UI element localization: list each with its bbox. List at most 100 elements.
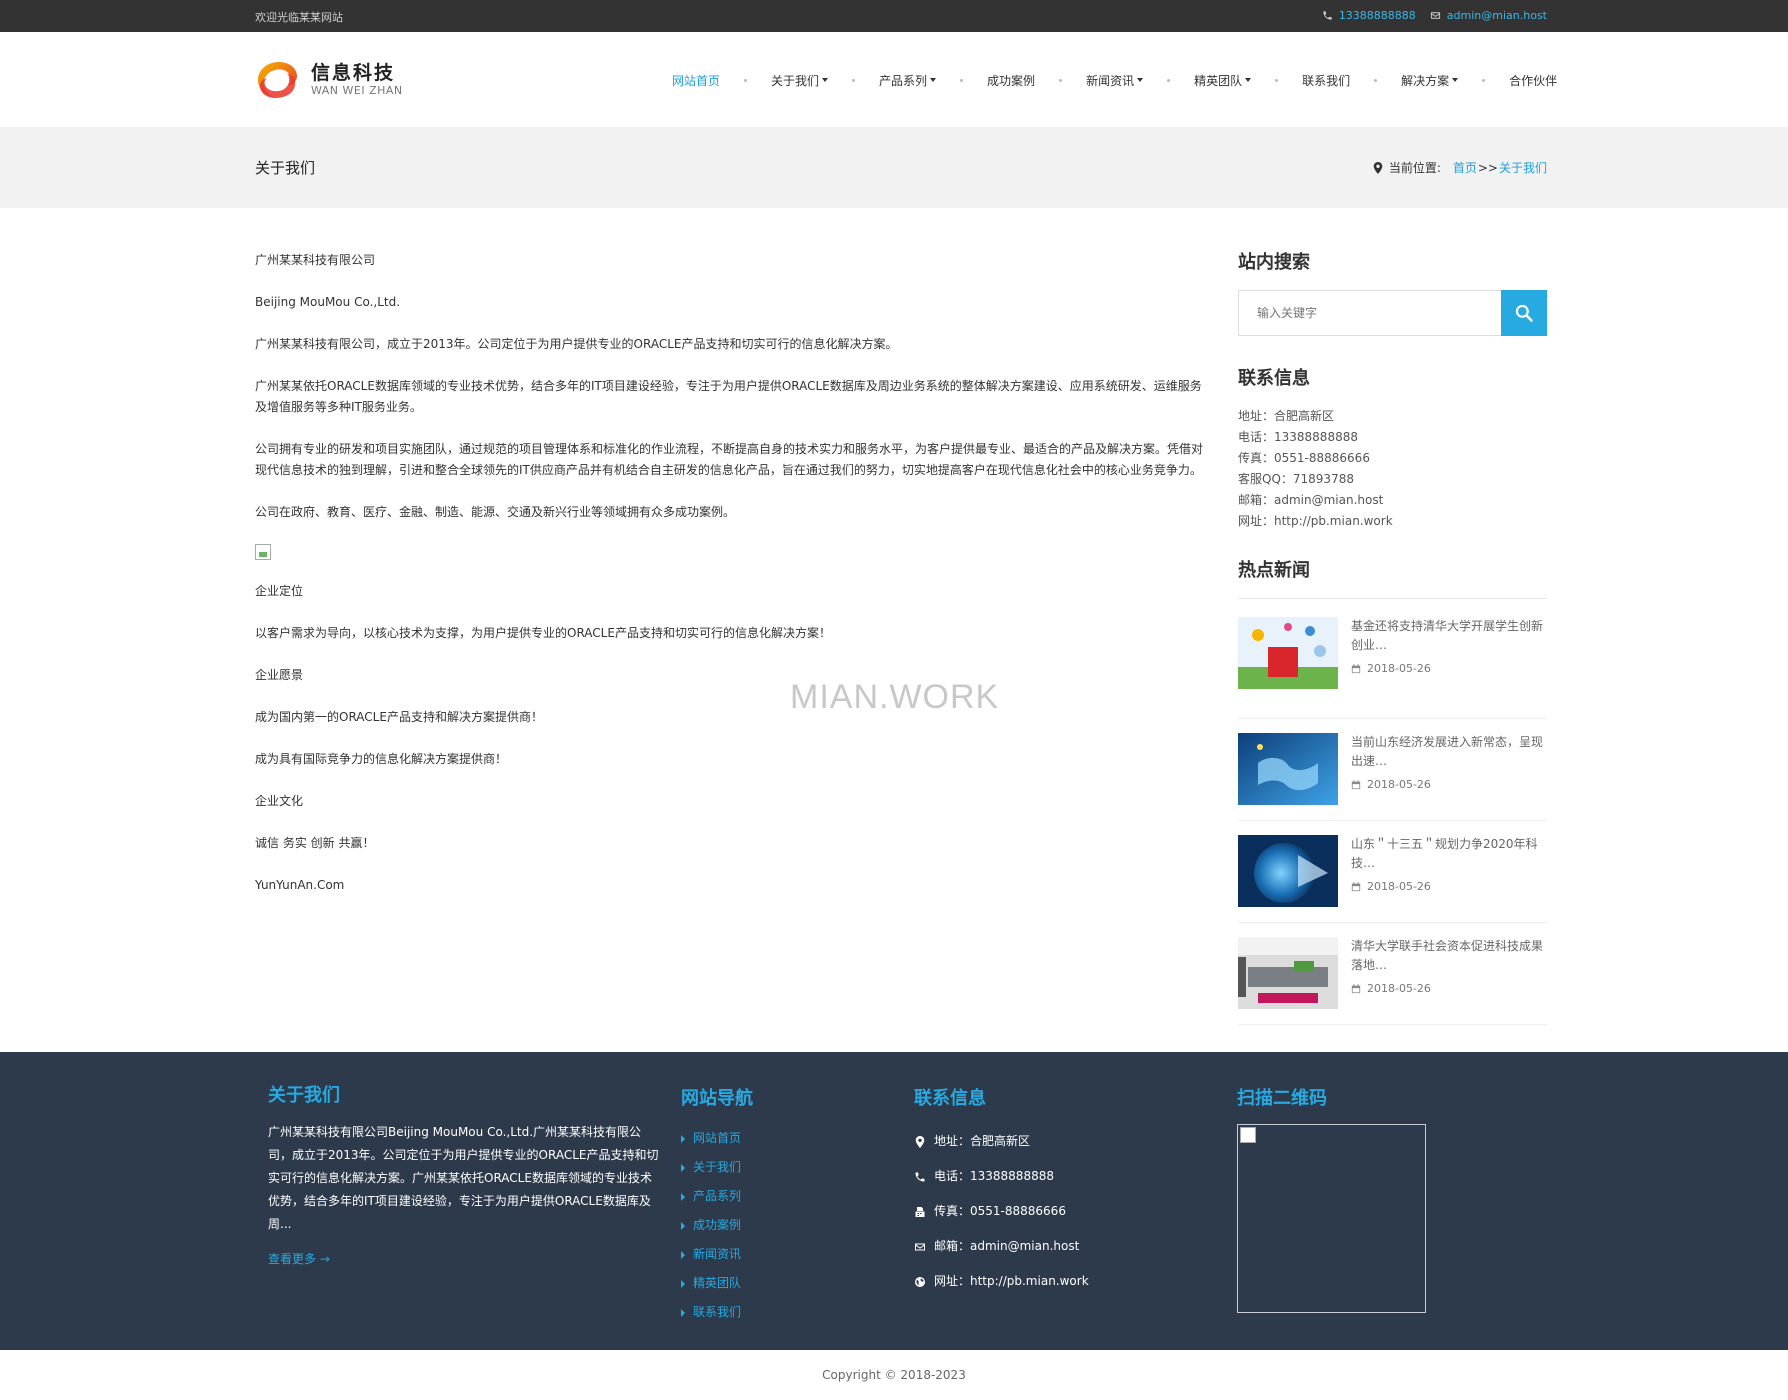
contact-fax: 传真：0551-88886666 — [1238, 451, 1370, 465]
nav-item-label: 网站首页 — [672, 73, 721, 88]
nav-separator — [744, 78, 748, 82]
company-name-en: Beijing MouMou Co.,Ltd. — [255, 295, 401, 309]
footer-address-text: 地址：合肥高新区 — [934, 1134, 1031, 1148]
nav-item-3[interactable]: 成功案例 — [975, 72, 1047, 88]
news-thumbnail[interactable] — [1238, 835, 1338, 907]
nav-separator — [1059, 78, 1063, 82]
contact-info: 地址：合肥高新区 电话：13388888888 传真：0551-88886666… — [1238, 406, 1547, 532]
footer-nav-link[interactable]: 新闻资讯 — [681, 1240, 753, 1269]
footer-contact: 联系信息 地址：合肥高新区 电话：13388888888 传真：0551-888… — [914, 1084, 1089, 1299]
top-phone-text: 13388888888 — [1338, 9, 1416, 22]
breadcrumb-separator: >> — [1477, 160, 1498, 175]
welcome-text: 欢迎光临某某网站 — [255, 11, 343, 24]
nav-item-0[interactable]: 网站首页 — [660, 72, 732, 88]
nav-item-2[interactable]: 产品系列 — [867, 72, 948, 88]
article-paragraph: 广州某某依托ORACLE数据库领域的专业技术优势，结合多年的IT项目建设经验，专… — [255, 379, 1202, 414]
contact-email: 邮箱：admin@mian.host — [1238, 493, 1384, 507]
footer-about-heading: 关于我们 — [268, 1085, 340, 1106]
news-thumbnail-image — [1238, 733, 1338, 805]
article-paragraph: 成为具有国际竞争力的信息化解决方案提供商！ — [255, 752, 508, 766]
hot-news-heading: 热点新闻 — [1238, 556, 1547, 599]
news-item[interactable]: 当前山东经济发展进入新常态，呈现出速… 2018-05-26 — [1238, 719, 1547, 821]
search-form — [1238, 290, 1547, 336]
news-date-text: 2018-05-26 — [1367, 982, 1431, 995]
footer-nav-heading: 网站导航 — [681, 1088, 753, 1109]
breadcrumb: 当前位置: 首页 >> 关于我们 — [1373, 159, 1547, 176]
top-bar: 欢迎光临某某网站 13388888888 admin@mian.host — [0, 0, 1788, 32]
nav-item-1[interactable]: 关于我们 — [759, 72, 840, 88]
contact-phone: 电话：13388888888 — [1238, 430, 1358, 444]
news-title[interactable]: 基金还将支持清华大学开展学生创新创业… — [1351, 617, 1547, 655]
section-heading: 企业文化 — [255, 794, 304, 808]
calendar-icon — [1351, 881, 1361, 891]
caret-down-icon — [1245, 78, 1252, 82]
contact-website: 网址：http://pb.mian.work — [1238, 514, 1393, 528]
news-item[interactable]: 基金还将支持清华大学开展学生创新创业… 2018-05-26 — [1238, 617, 1547, 719]
article-paragraph: 成为国内第一的ORACLE产品支持和解决方案提供商！ — [255, 710, 543, 724]
calendar-icon — [1351, 663, 1361, 673]
map-pin-icon — [1373, 161, 1383, 174]
company-name: 广州某某科技有限公司 — [255, 253, 376, 267]
map-pin-icon — [915, 1135, 925, 1148]
sidebar: 站内搜索 联系信息 地址：合肥高新区 电话：13388888888 传真：055… — [1238, 248, 1547, 1025]
nav-separator — [1167, 78, 1171, 82]
article-paragraph: 公司拥有专业的研发和项目实施团队，通过规范的项目管理体系和标准化的作业流程，不断… — [255, 442, 1204, 477]
footer-qr-heading: 扫描二维码 — [1237, 1088, 1327, 1109]
news-item[interactable]: 山东＂十三五＂规划力争2020年科技… 2018-05-26 — [1238, 821, 1547, 923]
search-heading: 站内搜索 — [1238, 252, 1310, 273]
header: 信息科技 WAN WEI ZHAN 网站首页 关于我们 产品系列 成功案例 新闻资讯 精英… — [0, 32, 1788, 127]
news-title[interactable]: 当前山东经济发展进入新常态，呈现出速… — [1351, 733, 1547, 771]
news-item[interactable]: 清华大学联手社会资本促进科技成果落地… 2018-05-26 — [1238, 923, 1547, 1025]
top-phone[interactable]: 13388888888 — [1322, 9, 1416, 22]
news-thumbnail[interactable] — [1238, 937, 1338, 1009]
page-title: 关于我们 — [255, 159, 316, 177]
logo-title: 信息科技 — [311, 62, 396, 84]
read-more-link[interactable]: 查看更多 → — [268, 1248, 660, 1271]
nav-item-4[interactable]: 新闻资讯 — [1074, 72, 1155, 88]
article-paragraph: 公司在政府、教育、医疗、金融、制造、能源、交通及新兴行业等领域拥有众多成功案例。 — [255, 505, 736, 519]
footer-nav-link[interactable]: 网站首页 — [681, 1124, 753, 1153]
section-heading: 企业定位 — [255, 584, 304, 598]
contact-heading: 联系信息 — [1238, 368, 1310, 389]
footer-nav: 网站导航 网站首页 关于我们 产品系列 成功案例 新闻资讯 精英团队 联系我们 — [681, 1084, 753, 1327]
logo-subtitle: WAN WEI ZHAN — [311, 84, 403, 97]
news-thumbnail-image — [1238, 835, 1338, 907]
envelope-icon — [915, 1243, 925, 1250]
footer-nav-link[interactable]: 产品系列 — [681, 1182, 753, 1211]
news-title[interactable]: 清华大学联手社会资本促进科技成果落地… — [1351, 937, 1547, 975]
nav-separator — [1374, 78, 1378, 82]
news-date: 2018-05-26 — [1351, 982, 1547, 995]
search-button[interactable] — [1501, 290, 1547, 336]
footer-nav-link[interactable]: 联系我们 — [681, 1298, 753, 1327]
contact-address: 地址：合肥高新区 — [1238, 409, 1335, 423]
breadcrumb-current-link[interactable]: 关于我们 — [1499, 159, 1547, 176]
news-thumbnail[interactable] — [1238, 617, 1338, 689]
nav-item-label: 解决方案 — [1401, 73, 1450, 88]
nav-item-label: 精英团队 — [1194, 73, 1243, 88]
nav-item-7[interactable]: 解决方案 — [1389, 72, 1470, 88]
nav-item-8[interactable]: 合作伙伴 — [1497, 72, 1569, 88]
search-input[interactable] — [1238, 290, 1501, 336]
footer-nav-link[interactable]: 精英团队 — [681, 1269, 753, 1298]
search-icon — [1515, 304, 1533, 322]
caret-down-icon — [1137, 78, 1144, 82]
nav-separator — [960, 78, 964, 82]
footer-address: 地址：合肥高新区 — [914, 1124, 1089, 1159]
page-title-band: 关于我们 当前位置: 首页 >> 关于我们 — [0, 127, 1788, 208]
nav-item-label: 关于我们 — [771, 73, 820, 88]
nav-item-6[interactable]: 联系我们 — [1290, 72, 1362, 88]
footer-phone-text: 电话：13388888888 — [934, 1169, 1054, 1183]
breadcrumb-home-link[interactable]: 首页 — [1453, 159, 1477, 176]
news-thumbnail[interactable] — [1238, 733, 1338, 805]
watermark: MIAN.WORK — [790, 678, 1000, 716]
calendar-icon — [1351, 983, 1361, 993]
logo[interactable]: 信息科技 WAN WEI ZHAN — [255, 58, 425, 102]
news-title[interactable]: 山东＂十三五＂规划力争2020年科技… — [1351, 835, 1547, 873]
nav-item-5[interactable]: 精英团队 — [1182, 72, 1263, 88]
article-paragraph: 诚信 务实 创新 共赢！ — [255, 836, 375, 850]
footer-nav-link[interactable]: 关于我们 — [681, 1153, 753, 1182]
news-thumbnail-image — [1238, 617, 1338, 689]
top-email[interactable]: admin@mian.host — [1430, 9, 1547, 22]
footer-nav-link[interactable]: 成功案例 — [681, 1211, 753, 1240]
broken-image-icon — [1240, 1127, 1256, 1143]
